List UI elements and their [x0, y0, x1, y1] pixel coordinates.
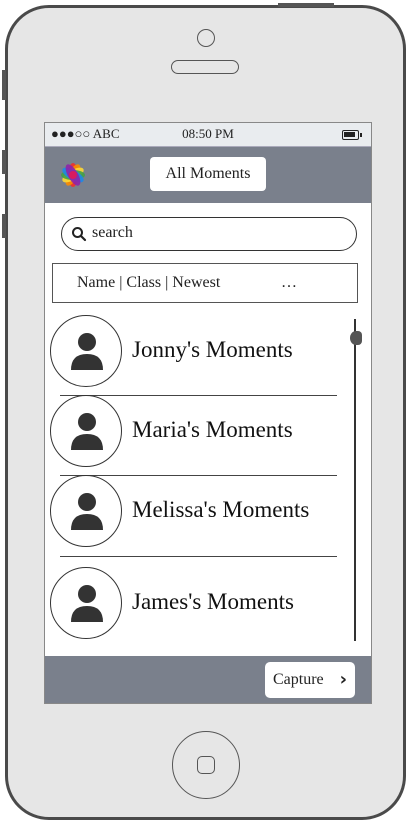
app-screen: ●●●○○ ABC 08:50 PM All Moments search Na… [44, 122, 372, 704]
list-item[interactable]: Melissa's Moments [50, 475, 340, 547]
search-icon [72, 227, 87, 242]
moment-title: Jonny's Moments [132, 337, 293, 362]
list-item[interactable]: James's Moments [50, 567, 340, 639]
moment-title: James's Moments [132, 589, 294, 614]
volume-down-button [2, 214, 6, 238]
search-field[interactable]: search [61, 217, 357, 251]
moments-list: Jonny's Moments Maria's Moments Melissa'… [45, 311, 355, 651]
list-divider [60, 556, 337, 557]
user-icon [71, 333, 103, 370]
flower-logo-icon[interactable] [55, 157, 91, 193]
avatar [50, 475, 122, 547]
scrollbar-track[interactable] [354, 319, 356, 641]
speaker-grille [171, 60, 239, 74]
nav-bar: All Moments [45, 147, 371, 203]
avatar [50, 395, 122, 467]
battery-icon [342, 130, 362, 140]
power-button [278, 3, 334, 7]
home-button[interactable] [172, 731, 240, 799]
sort-options[interactable]: Name | Class | Newest [77, 274, 220, 292]
status-bar: ●●●○○ ABC 08:50 PM [45, 123, 371, 147]
moment-title: Maria's Moments [132, 417, 293, 442]
more-options[interactable]: … [281, 274, 297, 292]
avatar [50, 567, 122, 639]
capture-label: Capture [273, 671, 324, 688]
all-moments-button[interactable]: All Moments [150, 157, 266, 191]
scrollbar-thumb[interactable] [350, 331, 362, 345]
capture-button[interactable]: Capture › [265, 662, 355, 698]
user-icon [71, 585, 103, 622]
search-text: search [92, 224, 133, 241]
mute-switch [2, 70, 6, 100]
user-icon [71, 413, 103, 450]
volume-up-button [2, 150, 6, 174]
chevron-right-icon: › [339, 669, 347, 690]
front-camera [197, 29, 215, 47]
bottom-toolbar: Capture › [45, 656, 371, 703]
status-time: 08:50 PM [182, 126, 234, 141]
list-item[interactable]: Jonny's Moments [50, 315, 340, 387]
user-icon [71, 493, 103, 530]
avatar [50, 315, 122, 387]
sort-filter-bar[interactable]: Name | Class | Newest … [52, 263, 358, 303]
moment-title: Melissa's Moments [132, 497, 310, 522]
list-item[interactable]: Maria's Moments [50, 395, 340, 467]
